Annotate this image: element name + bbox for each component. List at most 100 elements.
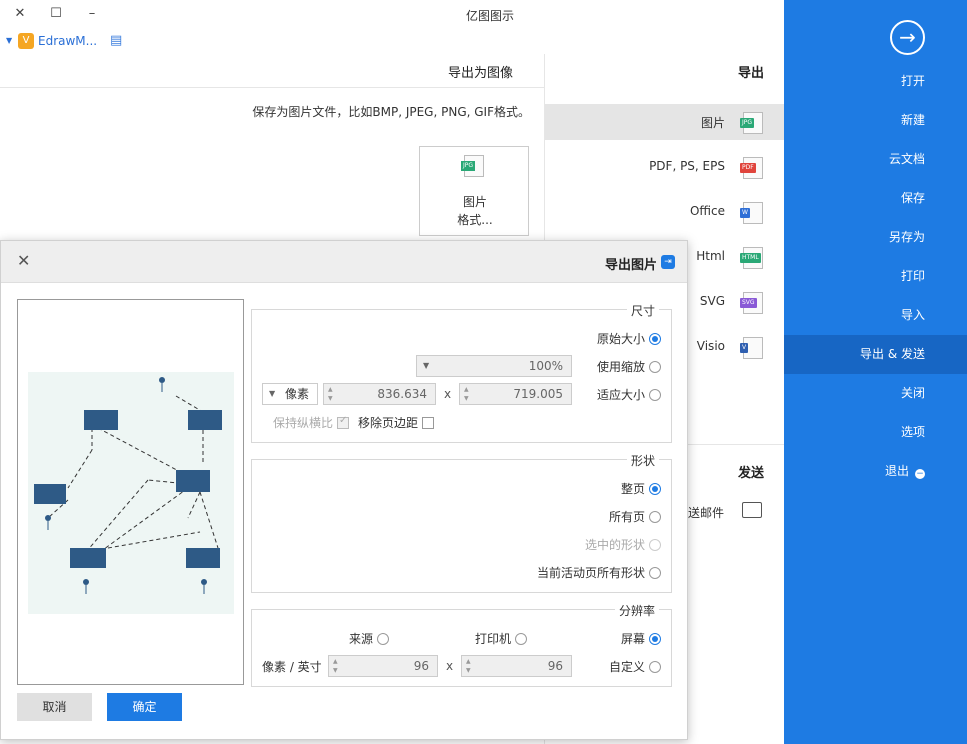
original-size-option[interactable]: 原始大小: [597, 330, 661, 347]
times-sign: x: [444, 387, 452, 401]
menu-item-6[interactable]: 导入: [784, 296, 967, 335]
radio-on-icon[interactable]: [649, 633, 661, 645]
fit-size-option[interactable]: 适应大小: [597, 386, 661, 403]
maximize-button[interactable]: ☐: [46, 4, 66, 24]
selected-shapes-option: 选中的形状: [585, 536, 661, 553]
shape-group: 形状 整页 所有页 选中的形状 当前活动页所有形状: [251, 452, 672, 593]
use-scale-option[interactable]: 使用缩放: [597, 358, 661, 375]
account-name[interactable]: EdrawM...: [38, 34, 97, 48]
menu-item-0[interactable]: 打开: [784, 62, 967, 101]
image-format-card[interactable]: JPG 图片 格式...: [419, 146, 529, 236]
size-group: 尺寸 原始大小 使用缩放 ▼ 100% 适应大小 ▲ ▼ 719.005 x ▲ ▼…: [251, 302, 672, 443]
chevron-down-icon: ▼: [269, 389, 276, 398]
height-input[interactable]: ▲ ▼ 836.634: [323, 383, 436, 405]
unit-select[interactable]: ▼ 像素: [262, 383, 318, 405]
file-type-icon: W: [740, 202, 763, 224]
all-shapes-option[interactable]: 当前活动页所有形状: [537, 564, 661, 581]
radio-on-icon[interactable]: [649, 483, 661, 495]
width-input[interactable]: ▲ ▼ 719.005: [459, 383, 572, 405]
menu-item-10[interactable]: 退出 −: [784, 452, 967, 491]
menu-item-3[interactable]: 保存: [784, 179, 967, 218]
radio-off-icon[interactable]: [649, 661, 661, 673]
export-format-label: Office: [689, 204, 725, 218]
menu-item-label: 关闭: [900, 386, 925, 400]
scale-select[interactable]: ▼ 100%: [416, 355, 572, 377]
content-header: 导出为图像: [0, 54, 544, 88]
screen-option[interactable]: 屏幕: [621, 630, 661, 647]
all-pages-option[interactable]: 所有页: [609, 508, 661, 525]
radio-off-icon[interactable]: [649, 389, 661, 401]
export-format-item[interactable]: JPG 图片: [545, 104, 785, 140]
keep-ratio-option: 保持纵横比: [273, 414, 349, 431]
cancel-button[interactable]: 取消: [17, 693, 92, 721]
menu-item-1[interactable]: 新建: [784, 101, 967, 140]
menu-item-label: 退出: [884, 464, 909, 478]
menu-item-label: 云文档: [888, 152, 925, 166]
menu-item-4[interactable]: 另存为: [784, 218, 967, 257]
ok-button[interactable]: 确定: [107, 693, 182, 721]
radio-off-icon[interactable]: [649, 361, 661, 373]
radio-on-icon[interactable]: [649, 333, 661, 345]
close-window-button[interactable]: ✕: [10, 4, 30, 24]
whole-page-option[interactable]: 整页: [621, 480, 661, 497]
size-group-title: 尺寸: [626, 302, 659, 319]
export-heading: 导出: [737, 66, 764, 81]
radio-off-icon[interactable]: [515, 633, 527, 645]
jpg-file-icon: JPG: [461, 155, 484, 177]
vip-badge-icon: V: [18, 33, 34, 49]
dpi-unit-label: 像素 / 英寸: [262, 660, 322, 674]
dialog-title: 导出图片: [604, 258, 657, 273]
menu-item-7[interactable]: 导出 & 发送: [784, 335, 967, 374]
radio-off-icon[interactable]: [377, 633, 389, 645]
dpi-x-input[interactable]: ▲ ▼ 96: [461, 655, 572, 677]
close-icon[interactable]: ✕: [17, 251, 30, 270]
mail-icon: [742, 502, 762, 518]
menu-item-5[interactable]: 打印: [784, 257, 967, 296]
content-description: 保存为图片文件，比如BMP, JPEG, PNG, GIF格式。: [252, 105, 530, 119]
shape-group-title: 形状: [626, 452, 659, 469]
radio-off-icon[interactable]: [649, 511, 661, 523]
dpi-y-input[interactable]: ▲ ▼ 96: [328, 655, 438, 677]
menu-item-label: 保存: [900, 191, 925, 205]
spinner-icon: ▲ ▼: [464, 386, 469, 402]
menu-item-label: 选项: [900, 425, 925, 439]
custom-option[interactable]: 自定义: [609, 658, 661, 675]
export-image-dialog: ✕ 导出图片 ⇥ 尺寸 原始大小 使用缩放 ▼ 100% 适应大小 ▲ ▼ 71…: [0, 240, 688, 740]
export-preview: [17, 299, 244, 685]
menu-item-label: 打开: [900, 74, 925, 88]
menu-item-label: 另存为: [888, 230, 925, 244]
remove-margin-option[interactable]: 移除页边距: [358, 414, 434, 431]
export-format-item[interactable]: PDF PDF, PS, EPS: [545, 149, 785, 185]
checkbox-checked-icon: [337, 415, 349, 429]
radio-disabled-icon: [649, 539, 661, 551]
menu-item-9[interactable]: 选项: [784, 413, 967, 452]
export-format-label: PDF, PS, EPS: [649, 159, 725, 173]
resolution-group-title: 分辨率: [614, 602, 659, 619]
file-type-icon: V: [740, 337, 763, 359]
source-option[interactable]: 来源: [349, 630, 389, 647]
spinner-icon: ▲ ▼: [466, 658, 471, 674]
menu-item-label: 导出 & 发送: [860, 347, 925, 361]
backstage-menu: → 打开新建云文档保存另存为打印导入导出 & 发送关闭选项退出 −: [784, 0, 967, 744]
menu-item-8[interactable]: 关闭: [784, 374, 967, 413]
spinner-icon: ▲ ▼: [328, 386, 333, 402]
back-arrow-icon[interactable]: →: [890, 20, 925, 55]
export-icon: ⇥: [661, 255, 675, 269]
menu-item-label: 打印: [900, 269, 925, 283]
export-format-item[interactable]: W Office: [545, 194, 785, 230]
feedback-icon[interactable]: ▤: [110, 33, 122, 48]
menu-item-2[interactable]: 云文档: [784, 140, 967, 179]
checkbox-icon[interactable]: [422, 417, 434, 429]
menu-item-label: 新建: [900, 113, 925, 127]
minimize-button[interactable]: –: [82, 4, 102, 24]
dropdown-triangle-icon[interactable]: ▼: [6, 36, 12, 45]
export-format-label: Visio: [696, 339, 725, 353]
radio-off-icon[interactable]: [649, 567, 661, 579]
title-bar: ✕ ☐ – 亿图图示: [0, 0, 784, 30]
spinner-icon: ▲ ▼: [333, 658, 338, 674]
file-type-icon: HTML: [740, 247, 763, 269]
printer-option[interactable]: 打印机: [475, 630, 527, 647]
chevron-down-icon: ▼: [423, 361, 430, 370]
card-line1: 图片: [462, 195, 487, 209]
menu-item-label: 导入: [900, 308, 925, 322]
